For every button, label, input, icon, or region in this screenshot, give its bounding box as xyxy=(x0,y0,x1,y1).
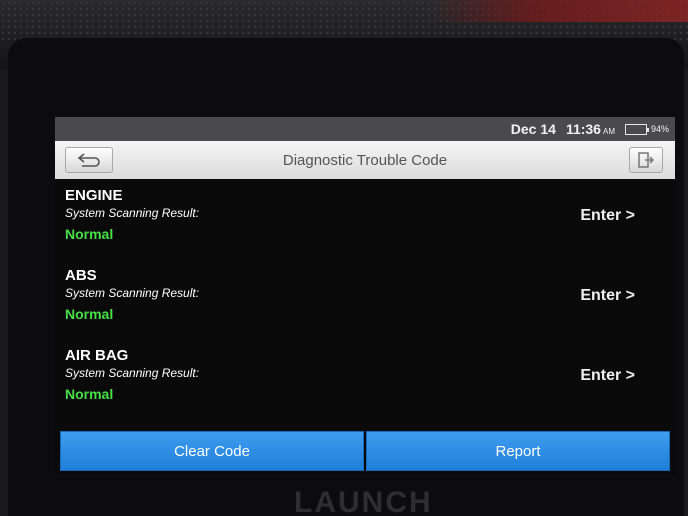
scan-status: Normal xyxy=(65,226,114,242)
device-red-trim xyxy=(428,0,688,22)
system-item-engine[interactable]: ENGINE System Scanning Result: Normal En… xyxy=(55,179,675,259)
clear-code-button[interactable]: Clear Code xyxy=(60,431,364,471)
enter-button[interactable]: Enter > xyxy=(580,367,635,385)
battery-percent: 94% xyxy=(650,124,669,134)
system-name: AIR BAG xyxy=(65,347,129,364)
enter-button[interactable]: Enter > xyxy=(580,207,635,225)
status-ampm: AM xyxy=(602,127,615,136)
enter-button[interactable]: Enter > xyxy=(580,287,635,305)
system-item-abs[interactable]: ABS System Scanning Result: Normal Enter… xyxy=(55,259,675,339)
page-title: Diagnostic Trouble Code xyxy=(282,151,448,169)
battery-indicator: 94% xyxy=(624,123,669,135)
system-name: ABS xyxy=(65,267,97,284)
exit-icon xyxy=(638,152,654,168)
status-time-value: 11:36 xyxy=(565,121,601,137)
status-time: 11:36 AM xyxy=(566,121,615,137)
device-brand-logo: LAUNCH xyxy=(294,486,433,516)
system-name: ENGINE xyxy=(65,187,123,204)
status-date: Dec 14 xyxy=(510,121,556,137)
back-button[interactable] xyxy=(65,147,113,173)
status-bar: Dec 14 11:36 AM 94% xyxy=(55,117,675,141)
system-item-airbag[interactable]: AIR BAG System Scanning Result: Normal E… xyxy=(55,339,675,419)
report-button[interactable]: Report xyxy=(366,431,670,471)
back-arrow-icon xyxy=(77,153,100,167)
battery-icon xyxy=(624,123,649,135)
scan-status: Normal xyxy=(65,386,114,402)
screen: Dec 14 11:36 AM 94% Diagnostic Trouble Co… xyxy=(55,117,675,475)
scan-status: Normal xyxy=(65,306,114,322)
title-bar: Diagnostic Trouble Code xyxy=(55,141,675,179)
exit-button[interactable] xyxy=(629,147,663,173)
bottom-action-bar: Clear Code Report xyxy=(60,431,670,471)
system-list: ENGINE System Scanning Result: Normal En… xyxy=(55,179,675,419)
